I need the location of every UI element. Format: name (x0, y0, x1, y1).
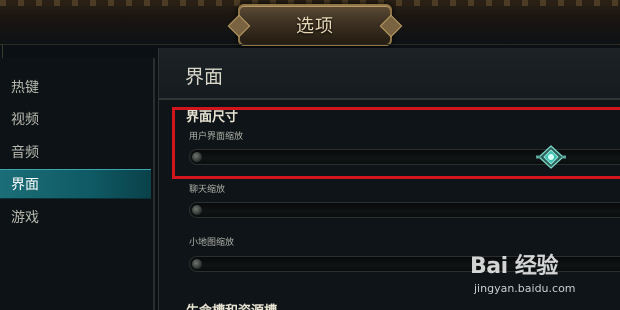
options-window: 选项 热键 视频 音频 界面 游戏 界面 界面尺寸 用户界面缩放 聊天缩放 小地… (0, 0, 620, 310)
chat-scale-label: 聊天缩放 (189, 185, 226, 195)
watermark: Bai 经验 jingyan.baidu.com (470, 248, 620, 310)
sidebar-item-label: 界面 (11, 177, 39, 193)
title-plate: 选项 (238, 4, 392, 46)
sidebar-item-label: 游戏 (11, 210, 39, 226)
main-header: 界面 (159, 48, 620, 100)
page-title: 界面 (185, 66, 224, 88)
watermark-logo: Bai 经验 (470, 254, 558, 279)
sidebar-item-interface[interactable]: 界面 (0, 169, 151, 199)
sidebar-item-label: 音频 (11, 145, 39, 161)
sidebar-item-hotkeys[interactable]: 热键 (0, 72, 151, 102)
minimap-scale-label: 小地图缩放 (189, 238, 235, 248)
sidebar-item-audio[interactable]: 音频 (0, 137, 151, 167)
next-section-title: 生命槽和资源槽 (186, 300, 277, 310)
sidebar-item-label: 视频 (11, 112, 39, 128)
slider-start-cap (192, 259, 202, 269)
sidebar-item-video[interactable]: 视频 (0, 104, 151, 134)
slider-start-cap (192, 205, 202, 215)
watermark-url: jingyan.baidu.com (474, 282, 576, 295)
highlight-box (172, 107, 620, 179)
chat-scale-slider[interactable] (189, 202, 620, 218)
sidebar-item-game[interactable]: 游戏 (0, 202, 151, 232)
window-title: 选项 (296, 16, 334, 37)
sidebar: 热键 视频 音频 界面 游戏 (0, 58, 155, 310)
sidebar-item-label: 热键 (11, 80, 39, 96)
